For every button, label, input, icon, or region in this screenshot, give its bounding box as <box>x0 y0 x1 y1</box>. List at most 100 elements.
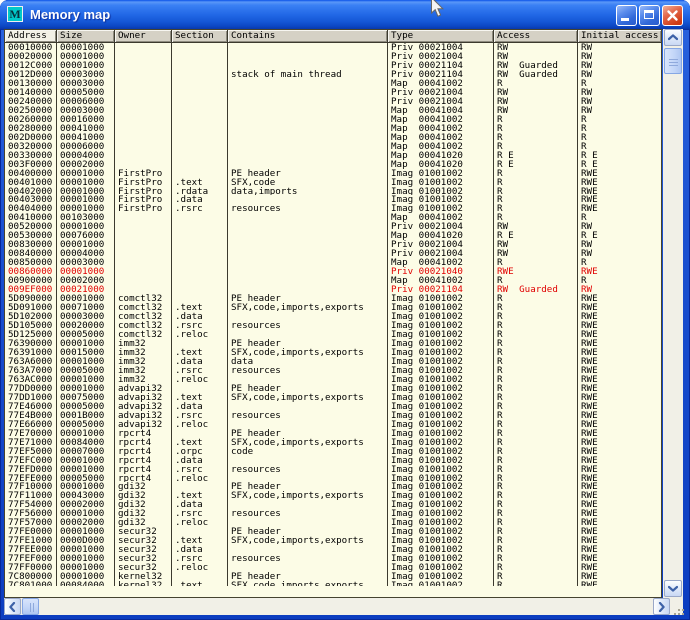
table-row[interactable]: 0012D00000003000stack of main threadPriv… <box>5 70 661 79</box>
table-row[interactable]: 0086000000001000Priv 00021040RWERWE <box>5 267 661 276</box>
cell-type: Imag 01001002 <box>388 474 494 483</box>
cell-section <box>172 384 228 393</box>
table-row[interactable]: 0083000000001000Priv 00021004RWRW <box>5 240 661 249</box>
cell-section: .reloc <box>172 474 228 483</box>
table-row[interactable]: 0014000000005000Priv 00021004RWRW <box>5 88 661 97</box>
table-row[interactable]: 002D000000041000Map 00041002RR <box>5 133 661 142</box>
table-row[interactable]: 7C80000000001000kernel32PE headerImag 01… <box>5 572 661 581</box>
table-row[interactable]: 7C80100000084000kernel32.textSFX,code,im… <box>5 581 661 586</box>
table-row[interactable]: 0090000000002000Map 00041002RR <box>5 276 661 285</box>
table-row[interactable]: 0002000000001000Priv 00021004RWRW <box>5 52 661 61</box>
column-header-type[interactable]: Type <box>388 30 494 42</box>
table-row[interactable]: 5D10500000020000comctl32.rsrcresourcesIm… <box>5 321 661 330</box>
table-row[interactable]: 5D12500000005000comctl32.relocImag 01001… <box>5 330 661 339</box>
vertical-scroll-thumb[interactable] <box>664 48 682 74</box>
cell-size: 00020000 <box>57 321 115 330</box>
table-row[interactable]: 77FE000000001000secur32PE headerImag 010… <box>5 527 661 536</box>
table-row[interactable]: 0040100000001000FirstPro.textSFX,codeIma… <box>5 178 661 187</box>
table-row[interactable]: 77F5600000001000gdi32.rsrcresourcesImag … <box>5 509 661 518</box>
table-row[interactable]: 0033000000004000Map 00041020R ER E <box>5 151 661 160</box>
cell-access: R E <box>494 151 578 160</box>
minimize-button[interactable] <box>616 5 637 26</box>
table-row[interactable]: 0040400000001000FirstPro.rsrcresourcesIm… <box>5 204 661 213</box>
table-row[interactable]: 003F000000002000Map 00041020R ER E <box>5 160 661 169</box>
close-button[interactable] <box>662 5 683 26</box>
scroll-left-button[interactable] <box>4 598 21 615</box>
scroll-right-button[interactable] <box>653 598 670 615</box>
app-icon[interactable]: M <box>7 6 23 22</box>
cell-initial_access: RWE <box>578 321 661 330</box>
column-header-initial-access[interactable]: Initial access <box>578 30 661 42</box>
column-header-address[interactable]: Address <box>5 30 57 42</box>
scroll-up-button[interactable] <box>664 29 682 46</box>
cell-initial_access: RWE <box>578 581 661 586</box>
table-row[interactable]: 77E7000000001000rpcrt4PE headerImag 0100… <box>5 429 661 438</box>
column-header-owner[interactable]: Owner <box>115 30 172 42</box>
table-row[interactable]: 0025000000003000Map 00041004RWRW <box>5 106 661 115</box>
horizontal-scrollbar[interactable] <box>4 598 670 615</box>
column-header-contains[interactable]: Contains <box>228 30 388 42</box>
table-row[interactable]: 763AC00000001000imm32.relocImag 01001002… <box>5 375 661 384</box>
table-row[interactable]: 7639000000001000imm32PE headerImag 01001… <box>5 339 661 348</box>
cell-type: Imag 01001002 <box>388 384 494 393</box>
table-row[interactable]: 77DD100000075000advapi32.textSFX,code,im… <box>5 393 661 402</box>
table-row[interactable]: 009EF00000021000Priv 00021104RW GuardedR… <box>5 285 661 294</box>
table-row[interactable]: 77FEF00000001000secur32.rsrcresourcesIma… <box>5 554 661 563</box>
table-row[interactable]: 0040300000001000FirstPro.dataImag 010010… <box>5 195 661 204</box>
table-row[interactable]: 0040000000001000FirstProPE headerImag 01… <box>5 169 661 178</box>
table-row[interactable]: 77F5700000002000gdi32.relocImag 01001002… <box>5 518 661 527</box>
table-row[interactable]: 0024000000006000Priv 00021004RWRW <box>5 97 661 106</box>
table-row[interactable]: 0012C00000001000Priv 00021104RW GuardedR… <box>5 61 661 70</box>
table-row[interactable]: 77EFC00000001000rpcrt4.dataImag 01001002… <box>5 456 661 465</box>
table-row[interactable]: 0085000000003000Map 00041002RR <box>5 258 661 267</box>
cell-type: Imag 01001002 <box>388 509 494 518</box>
table-row[interactable]: 0001000000001000Priv 00021004RWRW <box>5 43 661 52</box>
table-row[interactable]: 0013000000003000Map 00041002RR <box>5 79 661 88</box>
resize-grip[interactable] <box>670 598 683 615</box>
table-row[interactable]: 0026000000016000Map 00041002RR <box>5 115 661 124</box>
cell-section: .reloc <box>172 420 228 429</box>
table-row[interactable]: 0032000000006000Map 00041002RR <box>5 142 661 151</box>
table-row[interactable]: 77F1000000001000gdi32PE headerImag 01001… <box>5 482 661 491</box>
cell-access: R <box>494 294 578 303</box>
title-bar[interactable]: M Memory map <box>0 0 690 30</box>
table-row[interactable]: 77DD000000001000advapi32PE headerImag 01… <box>5 384 661 393</box>
table-row[interactable]: 77E7100000084000rpcrt4.textSFX,code,impo… <box>5 438 661 447</box>
maximize-button[interactable] <box>639 5 660 26</box>
table-row[interactable]: 763A600000001000imm32.datadataImag 01001… <box>5 357 661 366</box>
table-row[interactable]: 77E4B0000001B000advapi32.rsrcresourcesIm… <box>5 411 661 420</box>
scroll-down-button[interactable] <box>664 580 682 597</box>
cell-address: 00900000 <box>5 276 57 285</box>
table-row[interactable]: 0041000000103000Map 00041002RR <box>5 213 661 222</box>
table-row[interactable]: 77F5400000002000gdi32.dataImag 01001002R… <box>5 500 661 509</box>
column-header-size[interactable]: Size <box>57 30 115 42</box>
table-row[interactable]: 5D09100000071000comctl32.textSFX,code,im… <box>5 303 661 312</box>
table-row[interactable]: 0040200000001000FirstPro.rdatadata,impor… <box>5 187 661 196</box>
cell-access: R <box>494 133 578 142</box>
table-row[interactable]: 0053000000076000Map 00041020R ER E <box>5 231 661 240</box>
table-row[interactable]: 77FE10000000D000secur32.textSFX,code,imp… <box>5 536 661 545</box>
cell-contains: SFX,code,imports,exports <box>228 581 388 586</box>
table-row[interactable]: 77EFD00000001000rpcrt4.rsrcresourcesImag… <box>5 465 661 474</box>
table-row[interactable]: 77E6600000005000advapi32.relocImag 01001… <box>5 420 661 429</box>
table-row[interactable]: 0084000000004000Priv 00021004RWRW <box>5 249 661 258</box>
table-row[interactable]: 0028000000041000Map 00041002RR <box>5 124 661 133</box>
table-row[interactable]: 5D10200000003000comctl32.dataImag 010010… <box>5 312 661 321</box>
table-row[interactable]: 0052000000001000Priv 00021004RWRW <box>5 222 661 231</box>
vertical-scrollbar[interactable] <box>663 29 683 598</box>
table-row[interactable]: 77E4600000005000advapi32.dataImag 010010… <box>5 402 661 411</box>
horizontal-scroll-thumb[interactable] <box>22 598 39 615</box>
cell-address: 0012D000 <box>5 70 57 79</box>
column-header-access[interactable]: Access <box>494 30 578 42</box>
column-header-section[interactable]: Section <box>172 30 228 42</box>
maximize-icon <box>644 10 654 19</box>
table-row[interactable]: 7639100000015000imm32.textSFX,code,impor… <box>5 348 661 357</box>
cell-size: 00004000 <box>57 151 115 160</box>
table-row[interactable]: 77EFE00000005000rpcrt4.relocImag 0100100… <box>5 474 661 483</box>
table-row[interactable]: 77FEE00000001000secur32.dataImag 0100100… <box>5 545 661 554</box>
table-row[interactable]: 763A700000005000imm32.rsrcresourcesImag … <box>5 366 661 375</box>
table-row[interactable]: 77EF500000007000rpcrt4.orpccodeImag 0100… <box>5 447 661 456</box>
table-row[interactable]: 77FF000000001000secur32.relocImag 010010… <box>5 563 661 572</box>
table-row[interactable]: 77F1100000043000gdi32.textSFX,code,impor… <box>5 491 661 500</box>
table-row[interactable]: 5D09000000001000comctl32PE headerImag 01… <box>5 294 661 303</box>
